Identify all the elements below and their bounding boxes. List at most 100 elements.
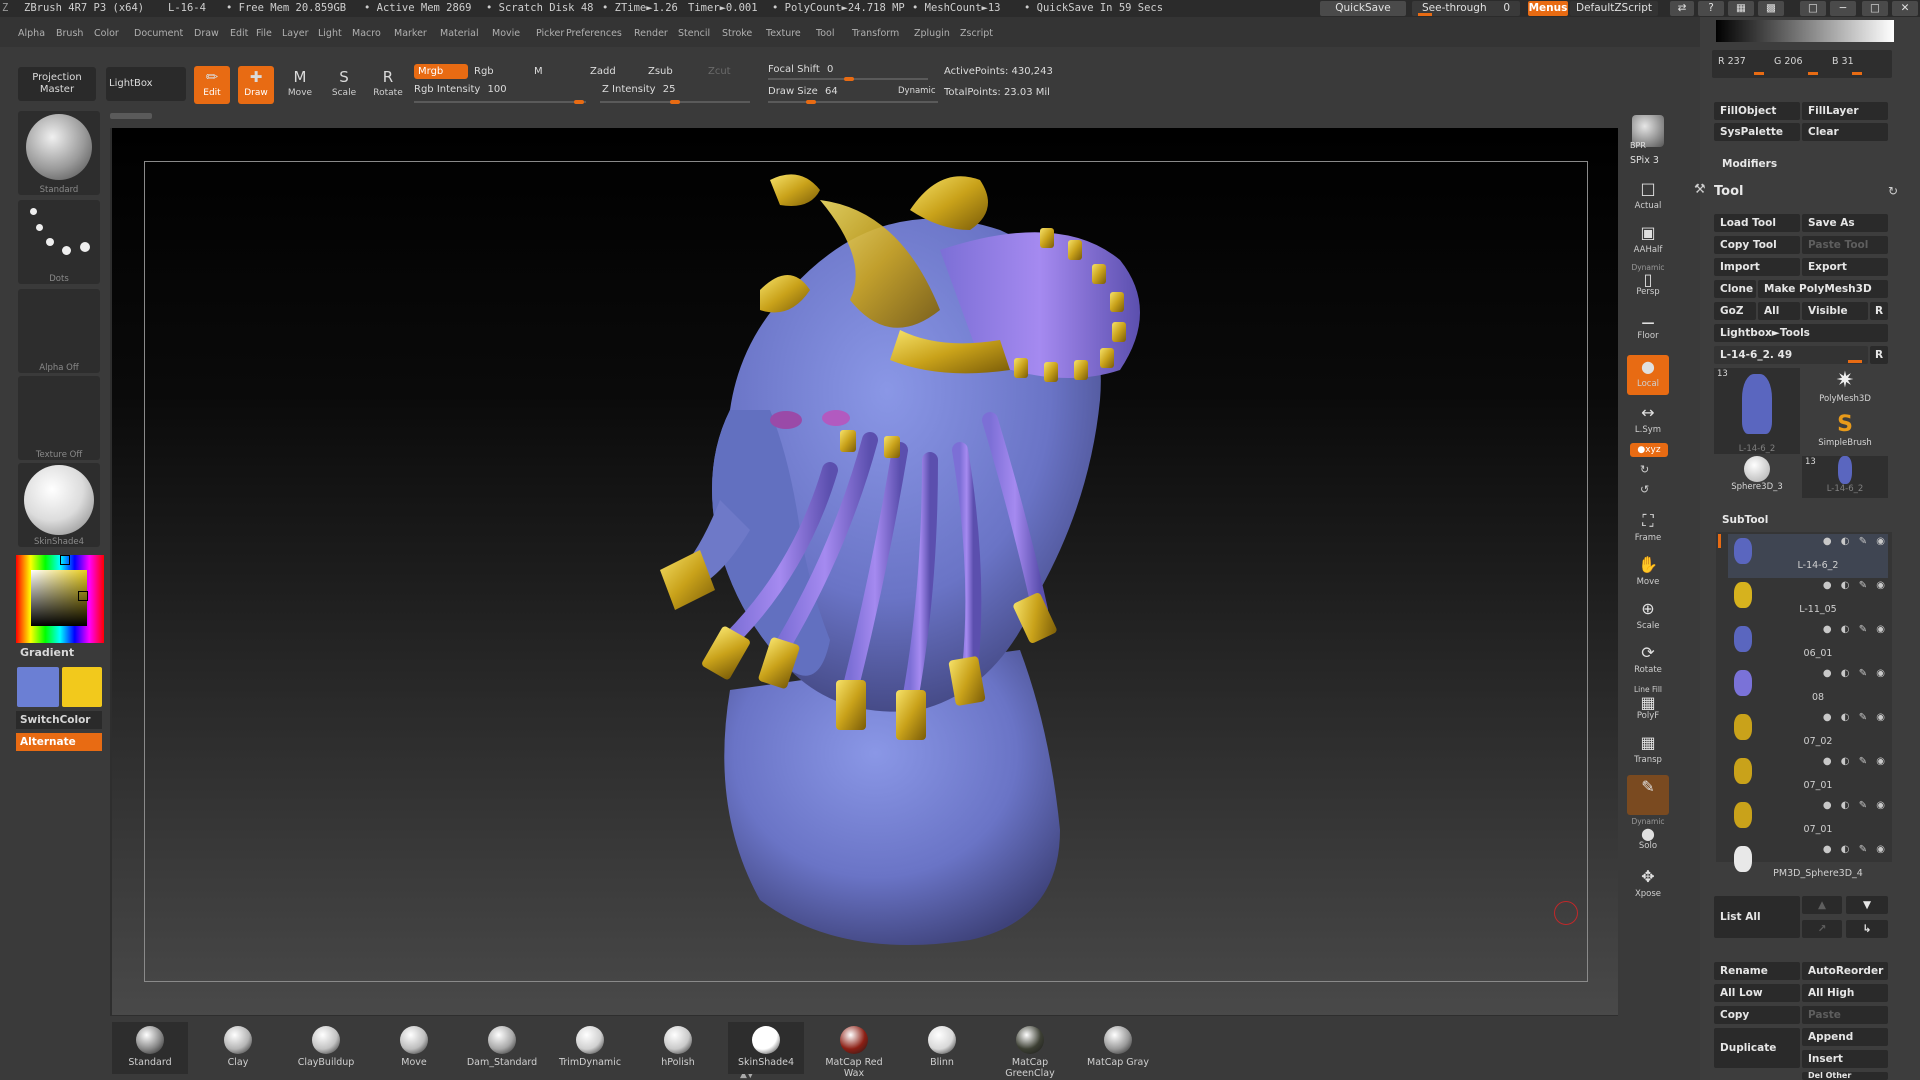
tool-header[interactable]: Tool [1714, 184, 1743, 199]
solo-button[interactable]: Dynamic ● Solo [1627, 817, 1669, 857]
r-button[interactable]: R [1870, 302, 1888, 320]
material-slot[interactable]: TrimDynamic [552, 1022, 628, 1074]
stroke-thumbnail[interactable]: Dots [18, 200, 100, 284]
tool-thumb-2[interactable]: ✷ PolyMesh3D [1802, 368, 1888, 410]
frame-button[interactable]: ⛶ Frame [1627, 509, 1669, 549]
make-polymesh-button[interactable]: Make PolyMesh3D [1758, 280, 1888, 298]
floor-button[interactable]: ⚊ Floor [1627, 307, 1669, 347]
menu-light[interactable]: Light [318, 28, 342, 39]
save-as-button[interactable]: Save As [1802, 214, 1888, 232]
spix-slider[interactable]: SPix 3 [1630, 155, 1659, 166]
syspalette-button[interactable]: SysPalette [1714, 123, 1800, 141]
clear-button[interactable]: Clear [1802, 123, 1888, 141]
g-knob[interactable] [1808, 72, 1818, 75]
menu-marker[interactable]: Marker [394, 28, 427, 39]
subtool-row[interactable]: L-11_05 ● ◐ ✎ ◉ [1728, 578, 1888, 622]
zcut-button[interactable]: Zcut [708, 64, 748, 79]
draw-size-knob[interactable] [806, 100, 816, 104]
lock-icon[interactable]: □ [1800, 1, 1826, 16]
scale-view-button[interactable]: ⊕ Scale [1627, 597, 1669, 637]
z-intensity-track[interactable] [600, 100, 750, 104]
local-button[interactable]: ● Local [1627, 355, 1669, 395]
menu-stroke[interactable]: Stroke [722, 28, 752, 39]
tool-thumb-5[interactable]: 13 L-14-6_2 [1802, 456, 1888, 498]
menu-movie[interactable]: Movie [492, 28, 520, 39]
subtool-row[interactable]: 06_01 ● ◐ ✎ ◉ [1728, 622, 1888, 666]
rotate-view-button[interactable]: ⟳ Rotate [1627, 641, 1669, 681]
goz-button[interactable]: GoZ [1714, 302, 1756, 320]
menu-color[interactable]: Color [94, 28, 119, 39]
color-picker[interactable] [16, 555, 104, 643]
subtool-visibility-icon[interactable]: ● ◐ ✎ ◉ [1823, 580, 1888, 591]
scroll-handle[interactable] [110, 113, 152, 119]
lightbox-tools-button[interactable]: Lightbox►Tools [1714, 324, 1888, 342]
menu-layer[interactable]: Layer [282, 28, 309, 39]
default-zscript-button[interactable]: DefaultZScript [1570, 1, 1658, 16]
menu-edit[interactable]: Edit [230, 28, 248, 39]
lightbox-button[interactable]: LightBox [106, 67, 186, 101]
aahalf-button[interactable]: ▣ AAHalf [1627, 221, 1669, 261]
menu-document[interactable]: Document [134, 28, 183, 39]
subtool-row[interactable]: PM3D_Sphere3D_4 ● ◐ ✎ ◉ [1728, 842, 1888, 886]
refresh-icon[interactable]: ↻ [1888, 184, 1898, 198]
goz-all-button[interactable]: All [1758, 302, 1800, 320]
tool-thumb-1[interactable]: 13 L-14-6_2 [1714, 368, 1800, 454]
move-up-icon[interactable]: ▲ [1802, 896, 1842, 914]
rotate-y-icon[interactable]: ↻ [1640, 463, 1649, 476]
move-down-icon[interactable]: ▼ [1846, 896, 1888, 914]
autoreorder-button[interactable]: AutoReorder [1802, 962, 1888, 980]
pin-icon[interactable]: ⚒ [1694, 182, 1706, 197]
menu-stencil[interactable]: Stencil [678, 28, 710, 39]
subtool-row[interactable]: 07_02 ● ◐ ✎ ◉ [1728, 710, 1888, 754]
zsub-button[interactable]: Zsub [648, 64, 698, 79]
copy-button[interactable]: Copy [1714, 1006, 1800, 1024]
menu-material[interactable]: Material [440, 28, 479, 39]
material-slot[interactable]: Clay [200, 1022, 276, 1074]
subtool-visibility-icon[interactable]: ● ◐ ✎ ◉ [1823, 756, 1888, 767]
material-slot[interactable]: hPolish [640, 1022, 716, 1074]
subtool-row[interactable]: 07_01 ● ◐ ✎ ◉ [1728, 754, 1888, 798]
modifiers-header[interactable]: Modifiers [1722, 158, 1777, 170]
material-slot[interactable]: MatCap Red Wax [816, 1022, 892, 1079]
fill-layer-button[interactable]: FillLayer [1802, 102, 1888, 120]
subtool-visibility-icon[interactable]: ● ◐ ✎ ◉ [1823, 668, 1888, 679]
rgb-intensity-track[interactable] [414, 100, 586, 104]
r-knob[interactable] [1754, 72, 1764, 75]
material-slot[interactable]: SkinShade4 [728, 1022, 804, 1074]
mrgb-button[interactable]: Mrgb [414, 64, 468, 79]
subtool-row[interactable]: 08 ● ◐ ✎ ◉ [1728, 666, 1888, 710]
primary-color-swatch[interactable] [17, 667, 59, 707]
subtool-visibility-icon[interactable]: ● ◐ ✎ ◉ [1823, 800, 1888, 811]
shade-marker[interactable] [78, 591, 88, 601]
menu-transform[interactable]: Transform [852, 28, 899, 39]
paste-button[interactable]: Paste [1802, 1006, 1888, 1024]
list-all-button[interactable]: List All [1714, 896, 1800, 938]
tool-thumb-3[interactable]: S SimpleBrush [1802, 412, 1888, 454]
lsym-button[interactable]: ↔ L.Sym [1627, 401, 1669, 441]
focal-shift-knob[interactable] [844, 77, 854, 81]
m-button[interactable]: M [534, 64, 564, 79]
focal-shift-slider[interactable]: Focal Shift 0 [768, 63, 928, 77]
switch-color-button[interactable]: SwitchColor [16, 711, 102, 729]
export-button[interactable]: Export [1802, 258, 1888, 276]
projection-master-button[interactable]: Projection Master [18, 67, 96, 101]
menus-button[interactable]: Menus [1528, 1, 1568, 16]
rgb-intensity-slider[interactable]: Rgb Intensity 100 [414, 83, 584, 97]
material-slot[interactable]: Move [376, 1022, 452, 1074]
subtool-visibility-icon[interactable]: ● ◐ ✎ ◉ [1823, 844, 1888, 855]
material-slot[interactable]: MatCap Gray [1080, 1022, 1156, 1074]
z-intensity-knob[interactable] [670, 100, 680, 104]
help-icon[interactable]: ? [1698, 1, 1724, 16]
subtool-visibility-icon[interactable]: ● ◐ ✎ ◉ [1823, 624, 1888, 635]
clone-button[interactable]: Clone [1714, 280, 1756, 298]
subtool-row[interactable]: L-14-6_2 ● ◐ ✎ ◉ [1728, 534, 1888, 578]
subtool-visibility-icon[interactable]: ● ◐ ✎ ◉ [1823, 536, 1888, 547]
close-icon[interactable]: ✕ [1892, 1, 1918, 16]
menu-brush[interactable]: Brush [56, 28, 83, 39]
move-view-button[interactable]: ✋ Move [1627, 553, 1669, 593]
all-high-button[interactable]: All High [1802, 984, 1888, 1002]
alternate-button[interactable]: Alternate [16, 733, 102, 751]
minimize-icon[interactable]: − [1830, 1, 1856, 16]
del-other-button[interactable]: Del Other [1802, 1072, 1888, 1080]
b-knob[interactable] [1852, 72, 1862, 75]
